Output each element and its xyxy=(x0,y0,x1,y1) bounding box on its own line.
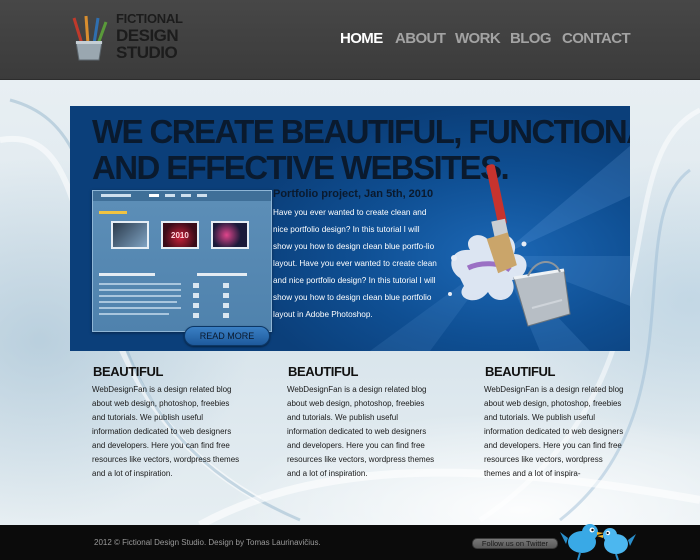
copyright-text: 2012 © Fictional Design Studio. Design b… xyxy=(94,538,321,547)
post-excerpt: Have you ever wanted to create clean and… xyxy=(273,208,437,319)
brush-cup-icon[interactable] xyxy=(68,14,110,62)
follow-twitter-button[interactable]: Follow us on Twitter xyxy=(472,538,558,549)
logo-line-2: DESIGN xyxy=(116,26,179,45)
logo-line-3: STUDIO xyxy=(116,43,178,62)
feature-column-1: BEAUTIFUL WebDesignFan is a design relat… xyxy=(92,364,242,481)
feature-text-2: WebDesignFan is a design related blog ab… xyxy=(287,385,435,478)
feature-column-2: BEAUTIFUL WebDesignFan is a design relat… xyxy=(287,364,437,481)
twitter-birds-icon[interactable] xyxy=(560,518,636,560)
nav-contact[interactable]: CONTACT xyxy=(562,30,631,47)
nav-work[interactable]: WORK xyxy=(455,30,501,47)
feature-text-3: WebDesignFan is a design related blog ab… xyxy=(484,385,624,478)
preview-thumb-3 xyxy=(211,221,249,249)
hero-headline-line-1: WE CREATE BEAUTIFUL, FUNCTIONAL xyxy=(92,113,630,150)
logo-wordmark[interactable]: FICTIONAL DESIGN STUDIO xyxy=(116,10,196,61)
portfolio-preview-image[interactable]: 2010 xyxy=(92,190,272,332)
feature-text-1: WebDesignFan is a design related blog ab… xyxy=(92,385,240,478)
preview-thumb-2: 2010 xyxy=(161,221,199,249)
site-header: FICTIONAL DESIGN STUDIO HOME ABOUT WORK … xyxy=(0,0,700,80)
feature-column-3: BEAUTIFUL WebDesignFan is a design relat… xyxy=(484,364,634,481)
nav-home[interactable]: HOME xyxy=(340,30,383,47)
paint-brush-bucket-icon xyxy=(448,164,571,327)
nav-blog[interactable]: BLOG xyxy=(510,30,552,47)
feature-heading-3: BEAUTIFUL xyxy=(485,364,556,379)
logo-line-1: FICTIONAL xyxy=(116,11,183,26)
feature-heading-1: BEAUTIFUL xyxy=(93,364,164,379)
nav-about[interactable]: ABOUT xyxy=(395,30,446,47)
preview-thumb-1 xyxy=(111,221,149,249)
feature-heading-2: BEAUTIFUL xyxy=(288,364,359,379)
read-more-button[interactable]: READ MORE xyxy=(184,326,270,346)
hero-banner: WE CREATE BEAUTIFUL, FUNCTIONAL AND EFFE… xyxy=(70,106,630,351)
